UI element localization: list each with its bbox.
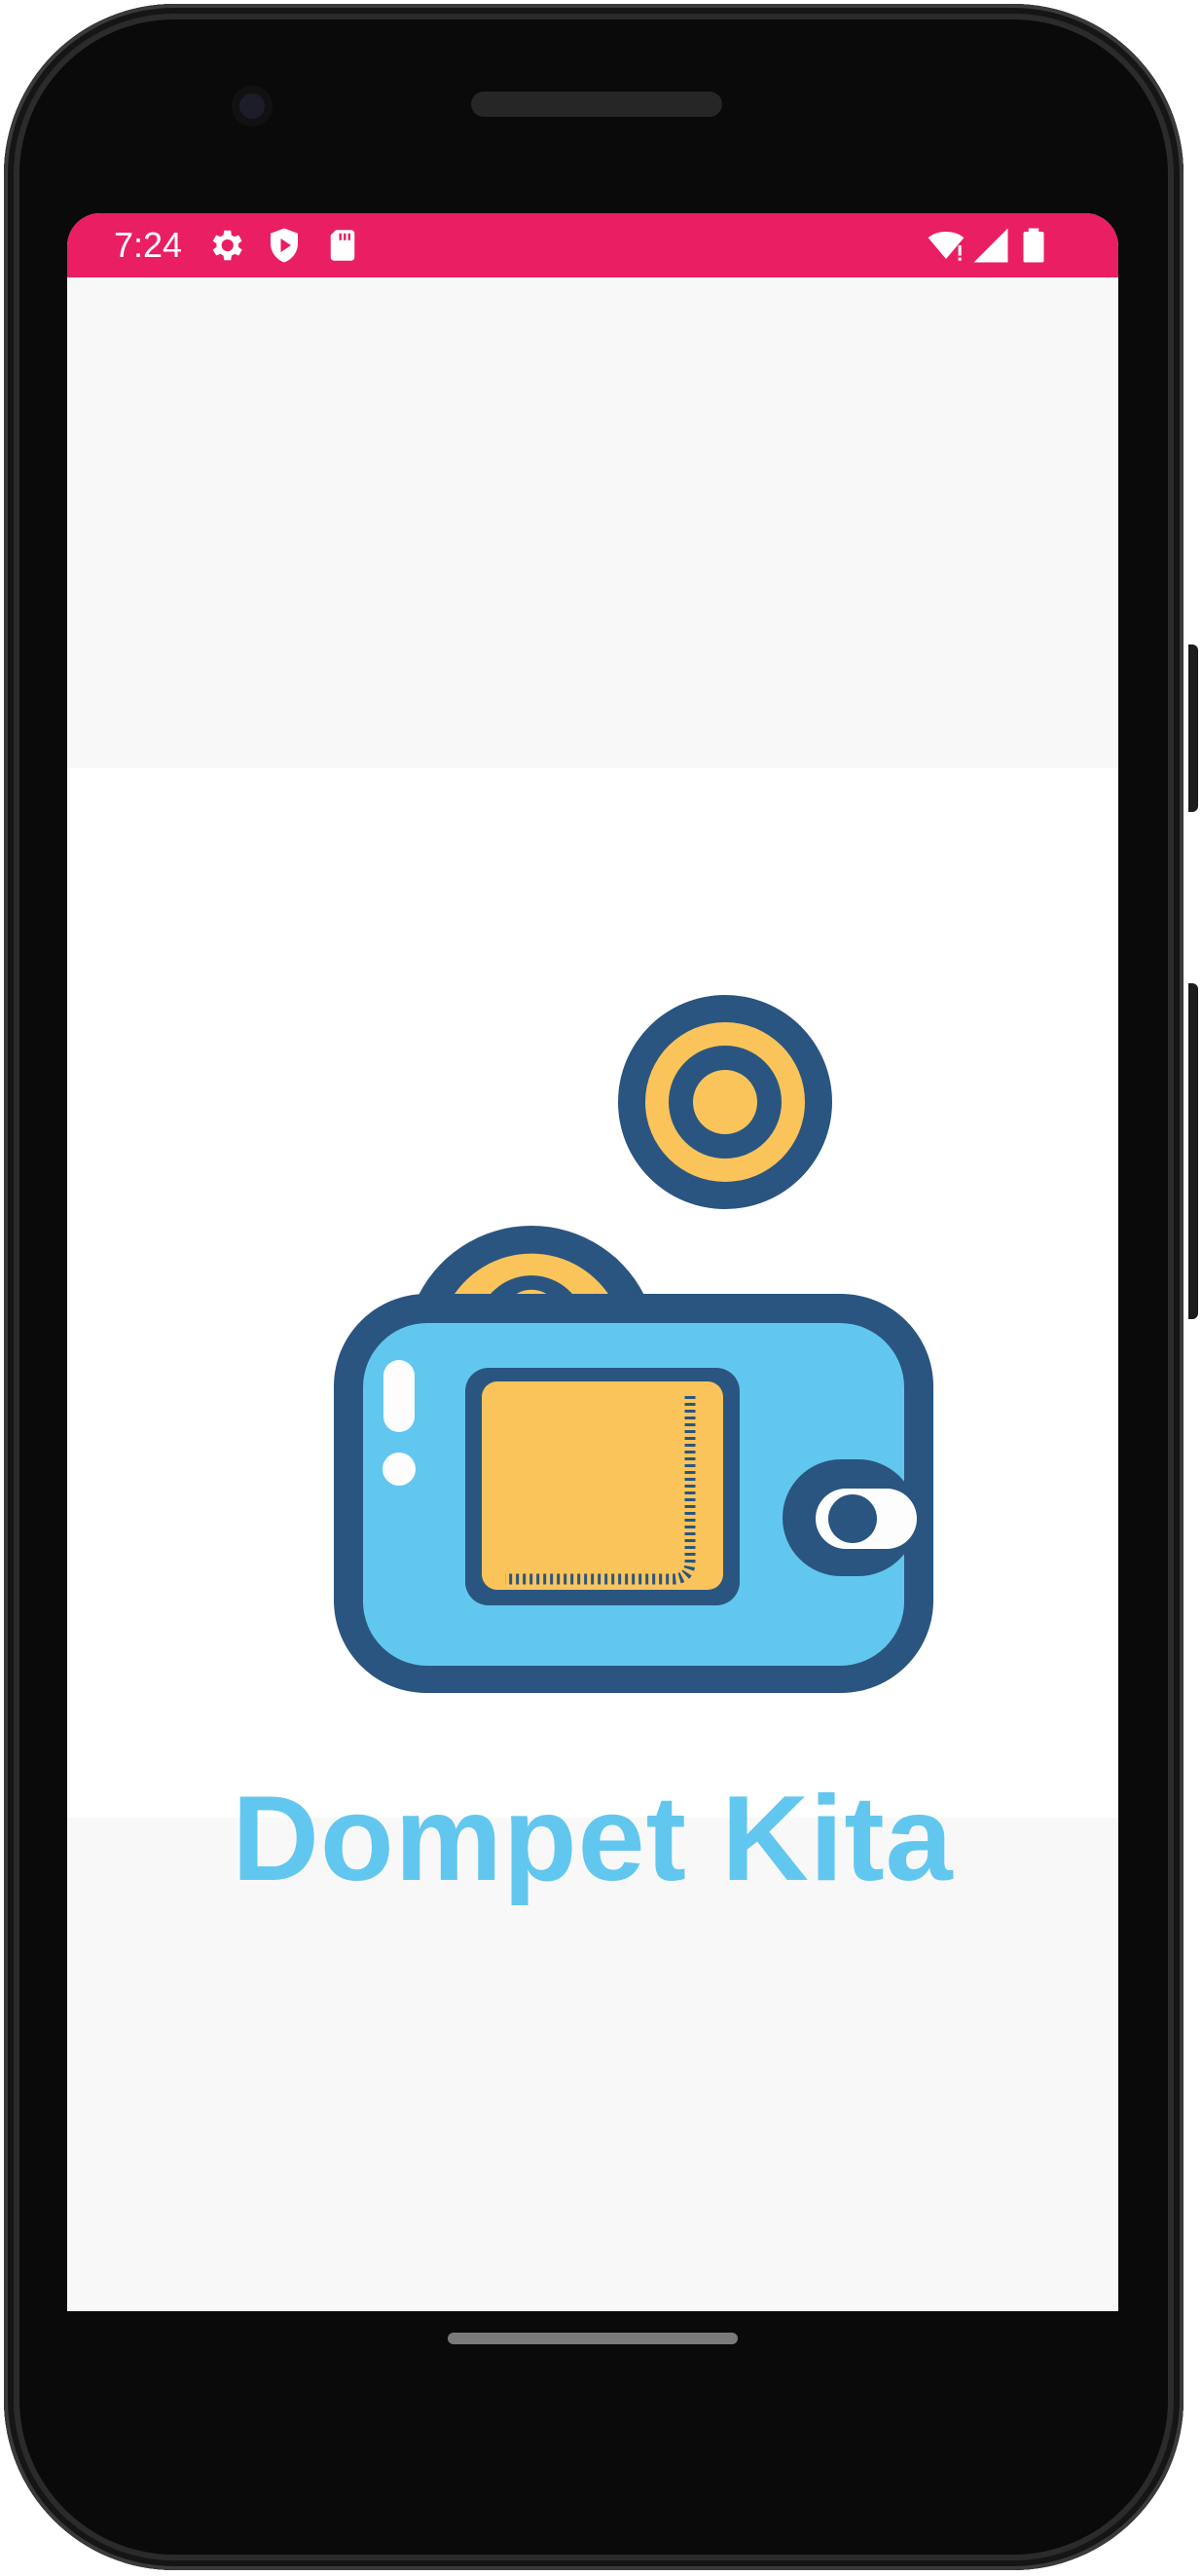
earpiece-speaker (471, 92, 722, 117)
wifi-icon (928, 232, 965, 261)
front-camera (232, 86, 273, 127)
settings-icon (212, 230, 242, 261)
volume-button (1188, 983, 1198, 1319)
status-time: 7:24 (114, 225, 183, 265)
battery-icon (1023, 228, 1044, 263)
signal-icon (973, 228, 1008, 263)
sd-card-icon (330, 230, 355, 261)
power-button (1188, 644, 1198, 812)
coin-back-icon (415, 1226, 648, 1304)
phone-screen: 7:24 Dompet Kita (67, 213, 1118, 2311)
status-bar: 7:24 (67, 213, 1118, 277)
phone-device-frame: 7:24 Dompet Kita (0, 0, 1202, 2576)
app-title: Dompet Kita (232, 1772, 954, 1906)
home-gesture-handle[interactable] (448, 2333, 738, 2344)
play-protect-icon (271, 228, 298, 263)
wallet-icon (334, 995, 933, 1693)
wallet-body-icon (334, 1294, 933, 1693)
coin-top-icon (618, 995, 832, 1209)
